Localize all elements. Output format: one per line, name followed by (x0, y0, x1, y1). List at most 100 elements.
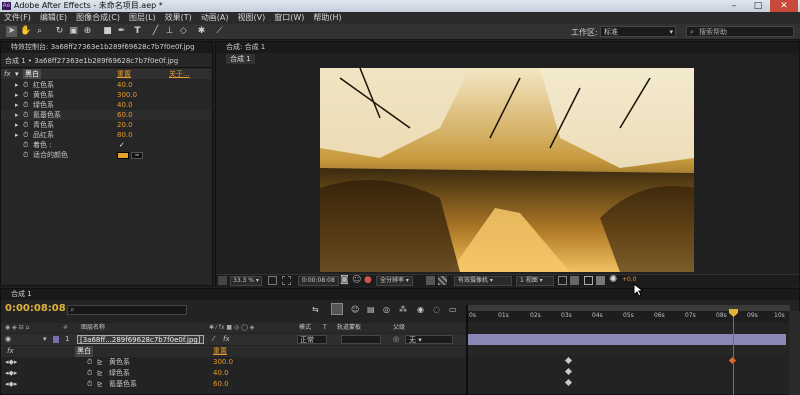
effect-row[interactable]: fx 黑白 重置 (1, 346, 467, 357)
snapshot-icon[interactable]: ◙ (340, 275, 349, 285)
composition-viewer[interactable] (320, 68, 694, 272)
pick-whip-icon[interactable]: ◎ (393, 334, 399, 345)
close-icon[interactable]: ✕ (770, 0, 798, 12)
timeline-scrollbar[interactable] (789, 311, 800, 395)
layer-duration-bar[interactable] (468, 334, 786, 345)
time-ruler[interactable]: 0s 01s 02s 03s 04s 05s 06s 07s 08s 09s 1… (468, 311, 790, 322)
keyframe-nav-icon[interactable]: ◂◆▸ (5, 368, 17, 379)
puppet-tool-icon[interactable]: ✱ (196, 26, 207, 37)
mode-header[interactable]: 模式 (299, 323, 311, 333)
graph-icon[interactable]: ⊵ (97, 357, 103, 368)
help-search-field[interactable]: ⌕ 搜索帮助 (686, 26, 794, 37)
fast-previews-icon[interactable] (570, 276, 579, 285)
rotate-tool-icon[interactable]: ↻ (54, 26, 65, 37)
stopwatch-icon[interactable]: ⏱ (23, 120, 28, 130)
zoom-select[interactable]: 33.3 % ▾ (230, 276, 262, 286)
composition-sub-tab[interactable]: 合成 1 (226, 54, 255, 64)
expand-arrow-icon[interactable]: ▸ (15, 120, 19, 130)
menu-effect[interactable]: 效果(T) (165, 12, 192, 24)
label-color-icon[interactable] (53, 336, 59, 343)
expand-arrow-icon[interactable]: ▾ (43, 334, 47, 345)
param-row-red[interactable]: ▸ ⏱ 红色系 40.0 (1, 80, 211, 90)
menu-layer[interactable]: 图层(L) (129, 12, 156, 24)
effect-header-row[interactable]: fx ▾ 黑白 重置 关于... (1, 69, 211, 79)
hand-tool-icon[interactable]: ✋ (20, 26, 31, 37)
layer-search-input[interactable]: ⌕ (67, 305, 187, 315)
menu-view[interactable]: 视图(V) (238, 12, 266, 24)
expand-arrow-icon[interactable]: ▸ (15, 110, 19, 120)
workspace-select[interactable]: 标准 ▾ (600, 26, 676, 37)
stopwatch-icon[interactable]: ⏱ (87, 357, 92, 368)
param-value[interactable]: 300.0 (117, 90, 137, 100)
property-value[interactable]: 300.0 (213, 357, 233, 368)
clone-stamp-tool-icon[interactable]: ⊥ (164, 26, 175, 37)
stopwatch-icon[interactable]: ⏱ (87, 379, 92, 390)
expand-arrow-icon[interactable]: ▸ (15, 100, 19, 110)
camera-tool-icon[interactable]: ▣ (68, 26, 79, 37)
eraser-tool-icon[interactable]: ◇ (178, 26, 189, 37)
pan-behind-tool-icon[interactable]: ⊕ (82, 26, 93, 37)
timeline-icon[interactable] (584, 276, 593, 285)
param-value[interactable]: 60.0 (117, 110, 133, 120)
composition-mini-flowchart-icon[interactable]: ⇆ (312, 305, 319, 314)
effect-controls-tab[interactable]: 特效控制台: 3a68ff27363e1b289f69628c7b7f0e0f.… (1, 42, 212, 53)
maximize-icon[interactable]: □ (746, 0, 770, 12)
graph-icon[interactable]: ⊵ (97, 368, 103, 379)
stopwatch-icon[interactable]: ⏱ (23, 110, 28, 120)
param-row-tint[interactable]: ⏱ 着色 : ✓ (1, 140, 211, 150)
param-row-tint-color[interactable]: ⏱ 适合的颜色 ━ (1, 150, 211, 160)
menu-file[interactable]: 文件(F) (4, 12, 31, 24)
expand-arrow-icon[interactable]: ▾ (15, 69, 19, 79)
effect-reset-link[interactable]: 重置 (213, 346, 227, 357)
stopwatch-icon[interactable]: ⏱ (23, 130, 28, 140)
camera-select[interactable]: 有效摄像机 ▾ (454, 276, 512, 286)
keyframe-nav-icon[interactable]: ◂◆▸ (5, 379, 17, 390)
color-channels-icon[interactable]: ● (364, 275, 372, 285)
layer-row[interactable]: ◉ ▾ 1 [3a68ff...289f69628c7b7f0e0f.jpg] … (1, 334, 467, 345)
keyframe-nav-icon[interactable]: ◂◆▸ (5, 357, 17, 368)
menu-composition[interactable]: 图像合成(C) (76, 12, 120, 24)
minimize-icon[interactable]: – (722, 0, 746, 12)
parent-header[interactable]: 父级 (393, 323, 405, 333)
tint-color-swatch[interactable] (117, 152, 129, 159)
param-row-magenta[interactable]: ▸ ⏱ 品红系 80.0 (1, 130, 211, 140)
toggle-pixel-aspect-icon[interactable] (558, 276, 567, 285)
track-matte-select[interactable] (341, 335, 381, 344)
pen-tool-icon[interactable]: ✒ (116, 26, 127, 37)
exposure-value[interactable]: +0.0 (622, 276, 637, 283)
viewer-timecode[interactable]: 0:00:08:08 (298, 276, 339, 286)
draft-3d-icon[interactable] (331, 303, 343, 315)
motion-blur-icon[interactable]: ◎ (383, 305, 390, 314)
selection-tool-icon[interactable]: ➤ (6, 26, 17, 37)
stopwatch-icon[interactable]: ⏱ (23, 80, 28, 90)
shy-switch-icon[interactable]: ⁄ (213, 334, 214, 345)
property-value[interactable]: 40.0 (213, 368, 229, 379)
graph-editor-icon[interactable]: ◌ (433, 305, 440, 314)
property-row[interactable]: ◂◆▸ ⏱ ⊵ 黄色系 300.0 (1, 357, 467, 368)
parent-select[interactable]: 无 ▾ (405, 335, 453, 344)
menu-window[interactable]: 窗口(W) (274, 12, 304, 24)
layer-name-header[interactable]: 图层名称 (81, 323, 105, 333)
expand-arrow-icon[interactable]: ▸ (15, 130, 19, 140)
stopwatch-icon[interactable]: ⏱ (23, 90, 28, 100)
property-row[interactable]: ◂◆▸ ⏱ ⊵ 绿色系 40.0 (1, 368, 467, 379)
effect-about-link[interactable]: 关于... (169, 69, 190, 79)
type-tool-icon[interactable]: T (132, 26, 143, 37)
view-layout-select[interactable]: 1 视图 ▾ (516, 276, 554, 286)
resolution-select[interactable]: 全分辨率 ▾ (376, 276, 413, 286)
property-row[interactable]: ◂◆▸ ⏱ ⊵ 氰基色系 60.0 (1, 379, 467, 390)
roto-brush-tool-icon[interactable]: ⟋ (214, 26, 225, 37)
menu-help[interactable]: 帮助(H) (313, 12, 341, 24)
param-row-cyan[interactable]: ▸ ⏱ 青色系 20.0 (1, 120, 211, 130)
safe-zones-icon[interactable] (268, 276, 277, 285)
blend-mode-select[interactable]: 正常 (297, 335, 327, 344)
param-value[interactable]: 20.0 (117, 120, 133, 130)
video-visibility-icon[interactable]: ◉ (5, 334, 11, 345)
param-row-yellow[interactable]: ▸ ⏱ 黄色系 300.0 (1, 90, 211, 100)
timeline-tab[interactable]: 合成 1 (1, 289, 799, 300)
stopwatch-icon[interactable]: ⏱ (23, 140, 28, 150)
fx-icon[interactable]: fx (4, 69, 11, 79)
fx-switch-icon[interactable]: fx (223, 334, 230, 345)
effect-reset-link[interactable]: 重置 (117, 69, 131, 79)
show-snapshot-icon[interactable]: ☺ (352, 275, 361, 285)
